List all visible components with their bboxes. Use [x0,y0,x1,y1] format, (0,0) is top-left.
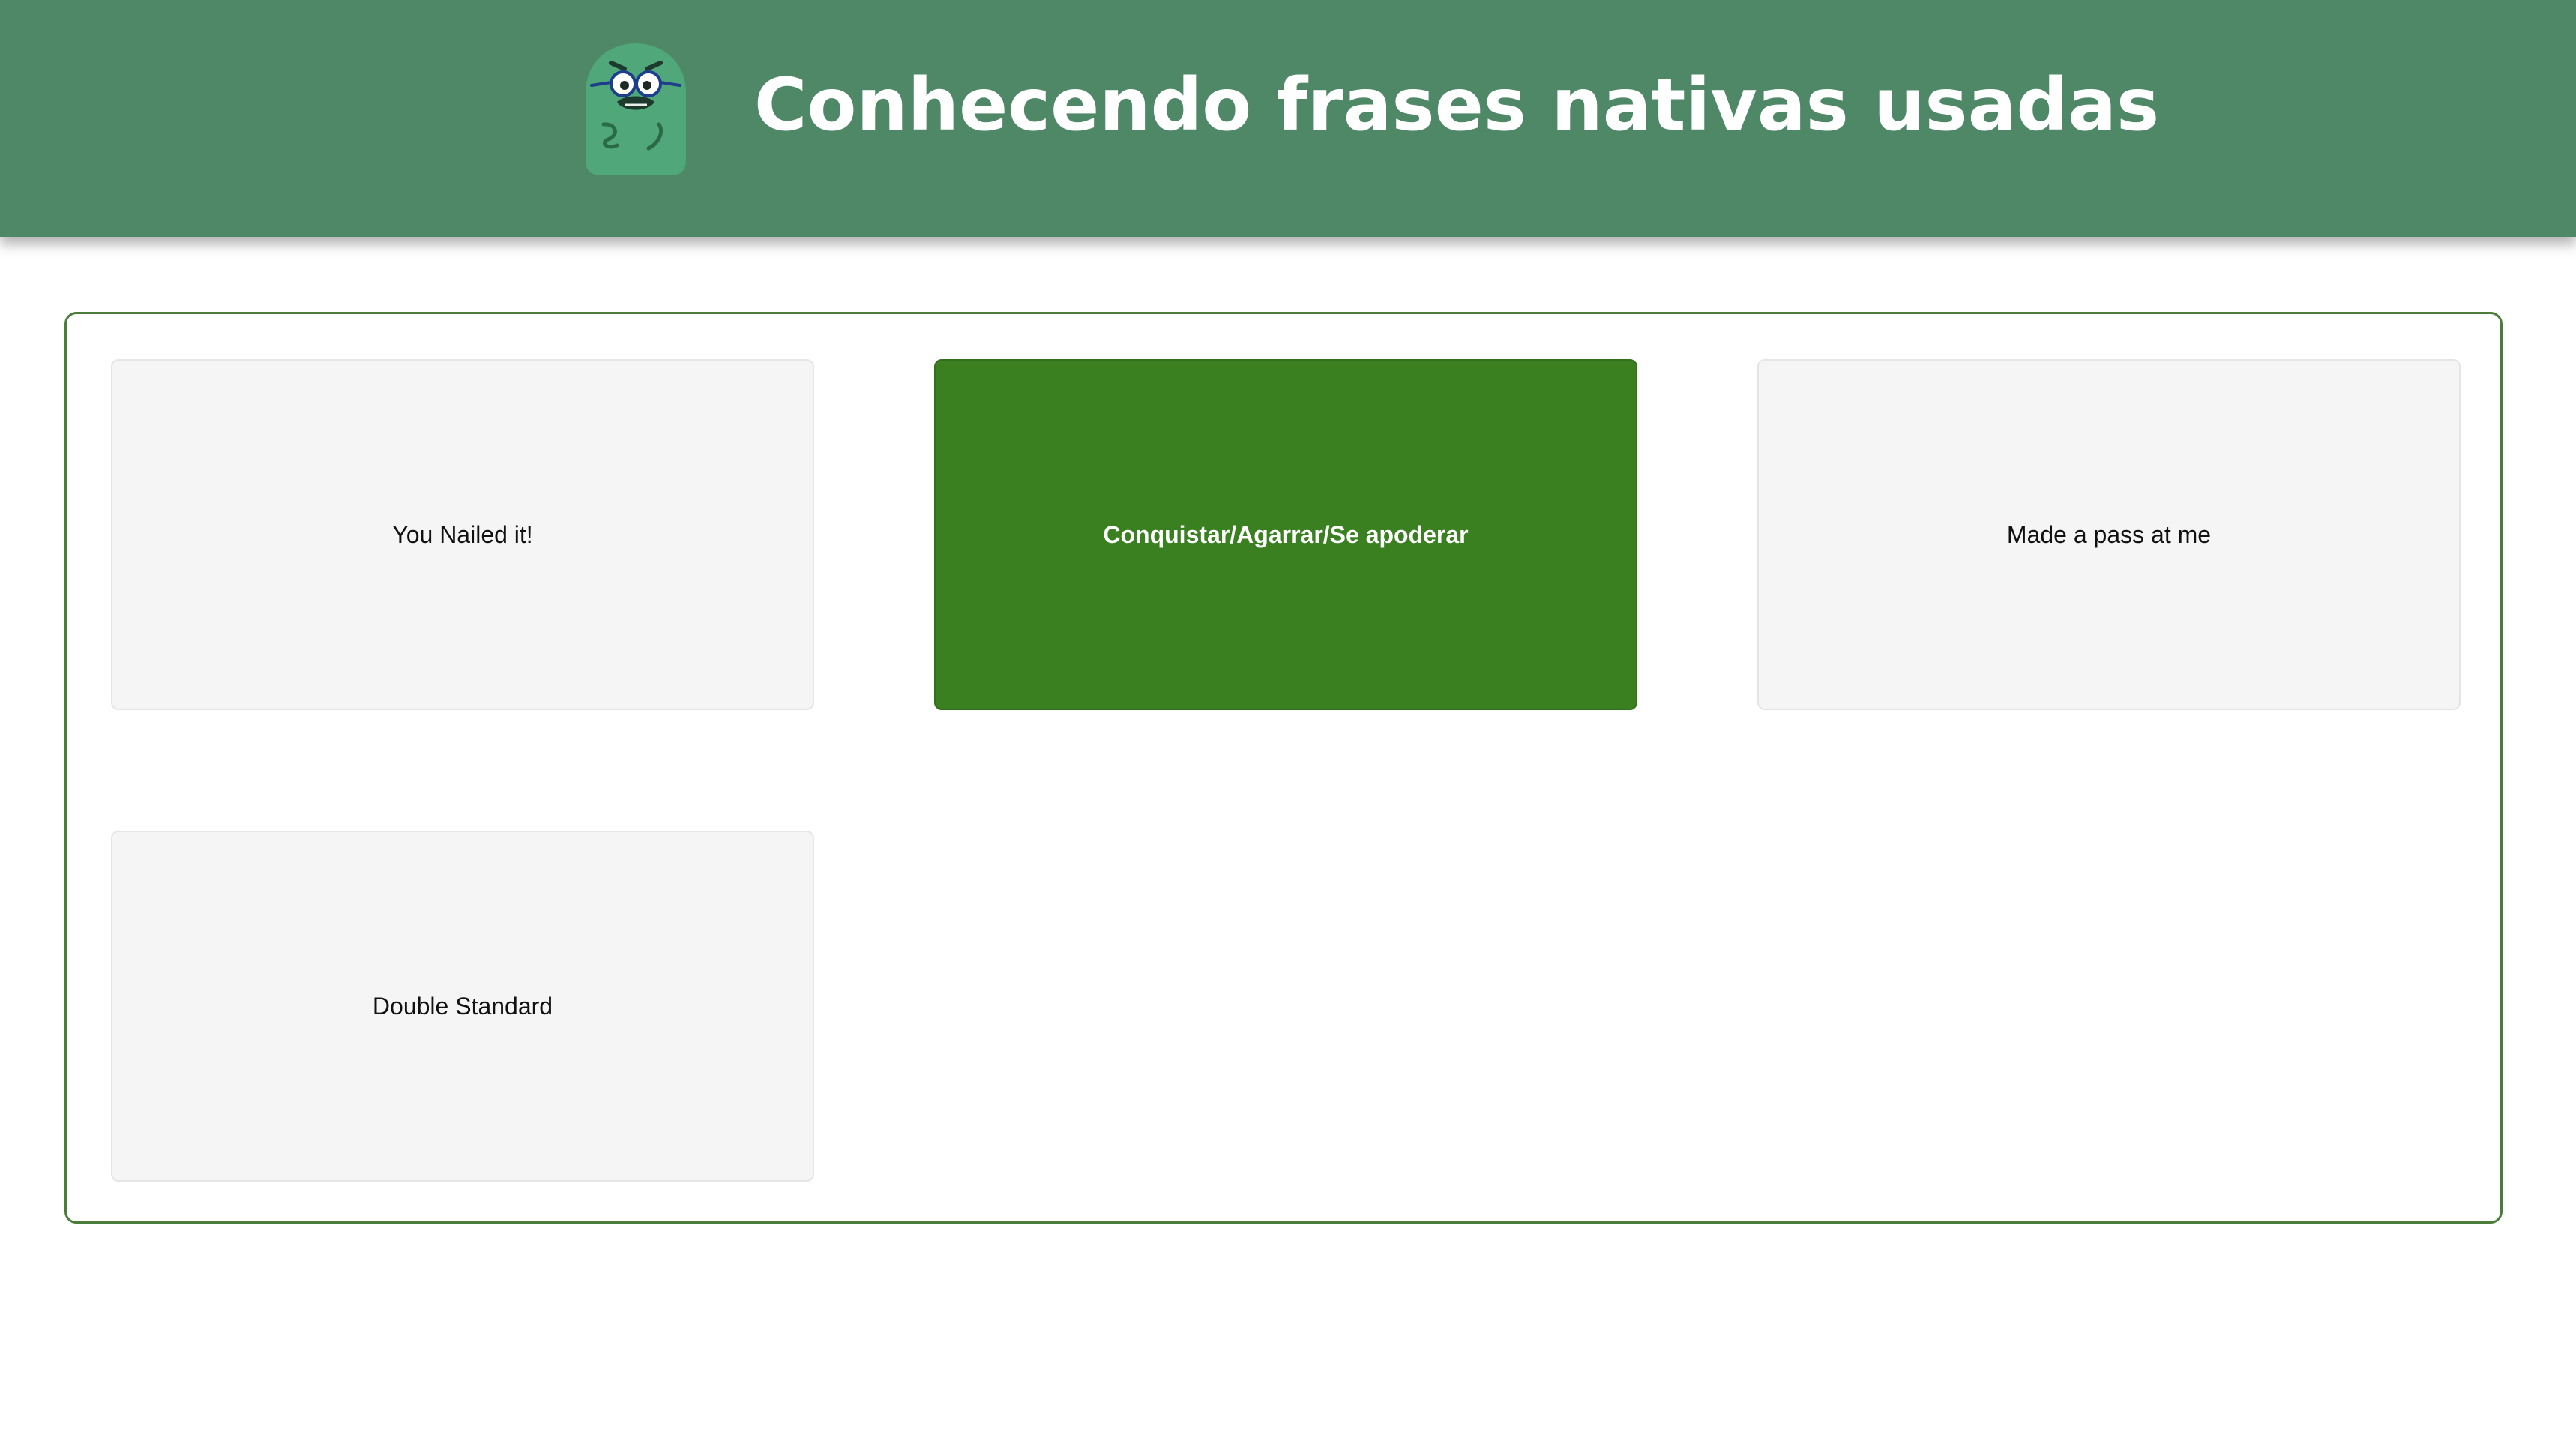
phrase-card-label: Double Standard [372,992,553,1020]
phrase-card-label: You Nailed it! [392,520,533,548]
phrase-card-conquistar-selected[interactable]: Conquistar/Agarrar/Se apoderar [934,359,1637,710]
page-title: Conhecendo frases nativas usadas [754,63,2160,147]
phrase-board: You Nailed it! Conquistar/Agarrar/Se apo… [64,312,2503,1224]
app-header: Conhecendo frases nativas usadas [0,0,2576,237]
phrase-card-double-standard[interactable]: Double Standard [111,831,814,1182]
phrase-card-made-a-pass-at-me[interactable]: Made a pass at me [1757,359,2461,710]
phrase-card-you-nailed-it[interactable]: You Nailed it! [111,359,814,710]
green-monster-mascot-icon [586,43,686,175]
phrase-card-label: Made a pass at me [2006,520,2212,548]
phrase-card-label: Conquistar/Agarrar/Se apoderar [1103,520,1469,548]
